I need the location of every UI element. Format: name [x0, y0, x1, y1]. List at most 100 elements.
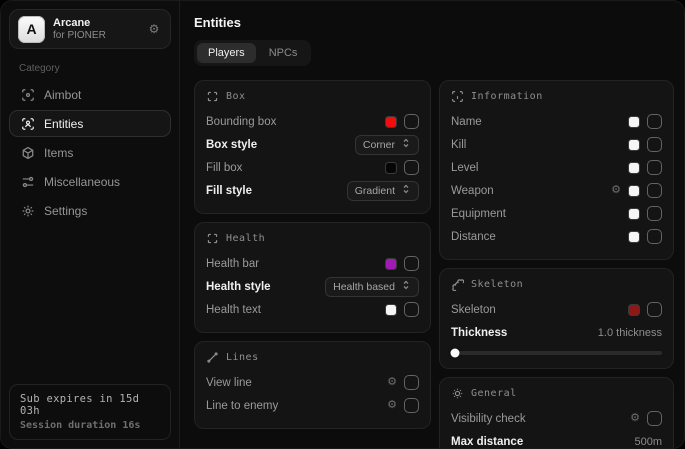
checkbox-equipment[interactable] [647, 206, 662, 221]
setting-row-level: Level [451, 156, 662, 179]
category-label: Category [19, 63, 171, 74]
setting-controls [628, 229, 662, 244]
dropdown-health-style[interactable]: Health based [325, 277, 419, 297]
app-title: Arcane [53, 17, 138, 30]
setting-label: Health style [206, 281, 271, 293]
setting-controls [628, 206, 662, 221]
checkbox-skeleton[interactable] [647, 302, 662, 317]
setting-controls: ⚙ [630, 411, 662, 426]
corner-brackets-icon [206, 232, 219, 245]
setting-row-weapon: Weapon ⚙ [451, 179, 662, 202]
color-swatch[interactable] [628, 185, 640, 197]
color-swatch[interactable] [628, 116, 640, 128]
setting-label: Line to enemy [206, 400, 278, 412]
color-swatch[interactable] [628, 304, 640, 316]
gear-icon[interactable]: ⚙ [611, 185, 621, 196]
setting-label: Fill style [206, 185, 252, 197]
tab-npcs[interactable]: NPCs [258, 43, 309, 63]
gear-icon[interactable]: ⚙ [387, 377, 397, 388]
checkbox-bounding-box[interactable] [404, 114, 419, 129]
checkbox-health-bar[interactable] [404, 256, 419, 271]
dropdown-box-style[interactable]: Corner [355, 135, 419, 155]
main-panel: Entities Players NPCs Box Bounding boxBox… [180, 1, 684, 448]
setting-row-box-style: Box styleCorner [206, 133, 419, 156]
setting-label: Level [451, 162, 479, 174]
dropdown-fill-style[interactable]: Gradient [347, 181, 419, 201]
setting-controls: 1.0 thickness [598, 327, 662, 339]
card-general: GeneralVisibility check⚙Max distance500m [439, 377, 674, 448]
card-header: General [451, 387, 662, 400]
tab-players[interactable]: Players [197, 43, 256, 63]
setting-controls: ⚙ [387, 398, 419, 413]
card-header: Information [451, 90, 662, 103]
slider-thickness[interactable] [451, 351, 662, 355]
checkbox-view-line[interactable] [404, 375, 419, 390]
setting-row-view-line: View line ⚙ [206, 371, 419, 394]
sidebar-item-label: Items [44, 146, 73, 160]
color-swatch[interactable] [385, 116, 397, 128]
unfold-icon [401, 280, 411, 293]
setting-label: Kill [451, 139, 466, 151]
gear-icon[interactable]: ⚙ [630, 413, 640, 424]
setting-row-fill-style: Fill style Gradient [206, 179, 419, 202]
subscription-card: Sub expires in 15d 03h Session duration … [9, 384, 171, 440]
checkbox-health-text[interactable] [404, 302, 419, 317]
color-swatch[interactable] [628, 208, 640, 220]
gear-icon[interactable]: ⚙ [387, 400, 397, 411]
slider-value: 1.0 thickness [598, 327, 662, 339]
page-title: Entities [194, 15, 674, 30]
sidebar-item-items[interactable]: Items [9, 139, 171, 166]
checkbox-fill-box[interactable] [404, 160, 419, 175]
checkbox-distance[interactable] [647, 229, 662, 244]
setting-controls: ⚙ [387, 375, 419, 390]
color-swatch[interactable] [385, 304, 397, 316]
setting-label: Health text [206, 304, 261, 316]
slider-handle[interactable] [451, 349, 460, 358]
sidebar-item-label: Aimbot [44, 88, 81, 102]
checkbox-visibility-check[interactable] [647, 411, 662, 426]
app-subtitle: for PIONER [53, 30, 138, 42]
gear-icon[interactable]: ⚙ [146, 22, 162, 36]
sidebar-item-entities[interactable]: Entities [9, 110, 171, 137]
setting-row-fill-box: Fill box [206, 156, 419, 179]
person-scan-icon [20, 116, 35, 131]
setting-controls [628, 114, 662, 129]
setting-label: Weapon [451, 185, 494, 197]
checkbox-name[interactable] [647, 114, 662, 129]
sidebar-item-aimbot[interactable]: Aimbot [9, 81, 171, 108]
checkbox-line-to-enemy[interactable] [404, 398, 419, 413]
color-swatch[interactable] [385, 258, 397, 270]
setting-label: Skeleton [451, 304, 496, 316]
color-swatch[interactable] [628, 231, 640, 243]
sidebar: A Arcane for PIONER ⚙ Category AimbotEnt… [1, 1, 180, 448]
checkbox-kill[interactable] [647, 137, 662, 152]
setting-row-max-distance: Max distance500m [451, 430, 662, 448]
setting-label: View line [206, 377, 252, 389]
sidebar-item-label: Entities [44, 117, 83, 131]
setting-controls [628, 137, 662, 152]
dropdown-value: Gradient [355, 185, 395, 197]
corner-brackets-icon [206, 90, 219, 103]
setting-label: Distance [451, 231, 496, 243]
sidebar-item-miscellaneous[interactable]: Miscellaneous [9, 168, 171, 195]
card-health: HealthHealth barHealth styleHealth based… [194, 222, 431, 333]
setting-row-health-bar: Health bar [206, 252, 419, 275]
tab-bar: Players NPCs [194, 40, 311, 66]
crosshair-icon [20, 87, 35, 102]
color-swatch[interactable] [385, 162, 397, 174]
setting-row-kill: Kill [451, 133, 662, 156]
card-information: InformationNameKillLevelWeapon⚙Equipment… [439, 80, 674, 260]
sidebar-item-settings[interactable]: Settings [9, 197, 171, 224]
card-title: Lines [226, 352, 259, 363]
card-title: Box [226, 91, 246, 102]
logo-text: Arcane for PIONER [53, 17, 138, 41]
color-swatch[interactable] [628, 139, 640, 151]
card-skeleton: SkeletonSkeletonThickness1.0 thickness [439, 268, 674, 369]
dropdown-value: Corner [363, 139, 395, 151]
checkbox-weapon[interactable] [647, 183, 662, 198]
sidebar-item-label: Miscellaneous [44, 175, 120, 189]
setting-row-bounding-box: Bounding box [206, 110, 419, 133]
color-swatch[interactable] [628, 162, 640, 174]
checkbox-level[interactable] [647, 160, 662, 175]
setting-controls [628, 302, 662, 317]
